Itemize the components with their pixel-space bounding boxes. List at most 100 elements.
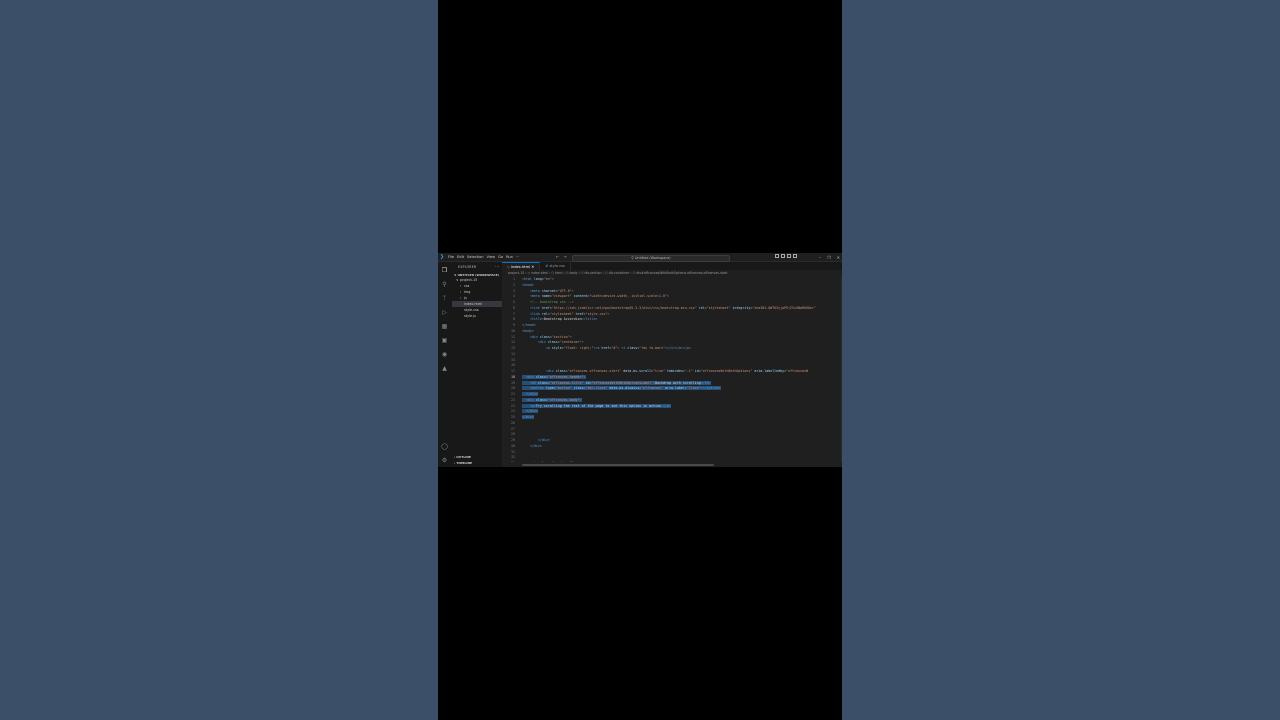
gear-icon[interactable]: ⚙ xyxy=(441,457,448,464)
code-token: <h5 xyxy=(529,380,538,385)
menu-go[interactable]: Go xyxy=(498,255,503,259)
search-icon[interactable]: ⚲ xyxy=(441,281,448,288)
code-token: "stylesheet" xyxy=(706,305,733,310)
toggle-primary-sidebar-icon[interactable] xyxy=(775,254,779,258)
code-token: </p> xyxy=(662,403,671,408)
code-token: <div xyxy=(525,397,536,402)
minimize-icon[interactable]: – xyxy=(819,255,821,260)
code-token: class= xyxy=(535,397,548,402)
menu-file[interactable]: File xyxy=(448,255,454,259)
code-token: Try scrolling the rest of the page to se… xyxy=(535,403,663,408)
tab-label: style.css xyxy=(549,264,565,268)
code-token: > xyxy=(607,311,610,316)
docker-icon[interactable]: ▲ xyxy=(441,365,448,372)
forward-arrow-icon[interactable]: → xyxy=(563,254,566,259)
account-icon[interactable]: ◯ xyxy=(441,443,448,450)
code-token: "width=device-width, initial-scale=1.0" xyxy=(589,294,667,299)
code-token: > xyxy=(571,288,574,293)
code-token: > xyxy=(666,294,669,299)
back-arrow-icon[interactable]: ← xyxy=(556,254,559,259)
menu-run[interactable]: Run xyxy=(506,255,513,259)
code-token: "en" xyxy=(543,277,552,281)
more-actions-icon[interactable]: ··· xyxy=(495,264,499,269)
workspace-header[interactable]: ∨ UNTITLED (WORKSPACE) xyxy=(452,269,502,277)
horizontal-scrollbar[interactable] xyxy=(522,464,714,466)
code-token: > xyxy=(583,374,586,379)
tab-style-css[interactable]: # style.css xyxy=(540,262,571,270)
activity-bar: ❐ ⚲ ᛉ ▷ ▦ ▣ ◉ ▲ ◯ ⚙ xyxy=(438,262,452,467)
code-token: <html xyxy=(522,277,534,281)
github-icon[interactable]: ◉ xyxy=(441,351,448,358)
code-token: <link xyxy=(529,311,542,316)
source-control-icon[interactable]: ᛉ xyxy=(441,295,448,302)
tab-label: index.html xyxy=(510,265,531,269)
toggle-panel-icon[interactable] xyxy=(781,254,785,258)
code-token: "offcanvas-header" xyxy=(547,374,584,379)
menu-more[interactable]: ··· xyxy=(516,255,519,259)
timeline-label: TIMELINE xyxy=(456,461,473,465)
code-token: ></i></a></p> xyxy=(665,346,691,350)
code-token: </h5> xyxy=(700,380,711,385)
code-token: "btn-close" xyxy=(585,386,610,391)
run-debug-icon[interactable]: ▷ xyxy=(441,309,448,316)
tree-item[interactable]: style.js xyxy=(452,313,502,319)
code-token: <button xyxy=(529,386,546,391)
timeline-section[interactable]: › TIMELINE xyxy=(454,461,472,465)
code-token: "section-2" xyxy=(552,461,574,462)
code-token: "offcanvasW xyxy=(786,369,808,373)
code-token: aria-label= xyxy=(665,386,687,391)
tree-item-label: style.js xyxy=(464,314,476,318)
menu-edit[interactable]: Edit xyxy=(457,255,464,259)
code-token: "Close" xyxy=(686,386,701,391)
code-token: <title> xyxy=(529,317,544,322)
code-token: "https://cdn.jsdelivr.net/npm/bootstrap@… xyxy=(551,305,699,310)
explorer-icon[interactable]: ❐ xyxy=(441,267,448,274)
restore-icon[interactable]: ❐ xyxy=(827,255,831,260)
code-token: tabindex= xyxy=(666,369,685,373)
menu-view[interactable]: View xyxy=(487,255,496,259)
code-token: class= xyxy=(627,346,640,350)
breadcrumb[interactable]: project-15 › ◇ index.html › ⬡ html › ⬡ b… xyxy=(502,270,842,276)
code-token: data-bs-dismiss= xyxy=(609,386,642,391)
outline-section[interactable]: › OUTLINE xyxy=(454,455,471,459)
code-token: type= xyxy=(545,386,556,391)
code-token: </title> xyxy=(581,317,598,322)
code-token: data-bs-scroll= xyxy=(623,369,654,373)
command-center-search[interactable]: ⚲ Untitled (Workspace) xyxy=(572,254,730,262)
extensions-icon[interactable]: ▦ xyxy=(441,323,448,330)
code-editor[interactable]: 1 <html lang="en"> 2 <head> 3 <meta charset=… xyxy=(502,277,842,462)
code-token: content= xyxy=(573,294,590,299)
tree-item-label: css xyxy=(464,284,470,288)
close-icon[interactable]: ✕ xyxy=(837,255,840,260)
window-controls: – ❐ ✕ xyxy=(819,253,842,261)
toggle-secondary-sidebar-icon[interactable] xyxy=(787,254,791,258)
customize-layout-icon[interactable] xyxy=(793,254,797,258)
code-token: class= xyxy=(555,369,568,373)
command-center-label: Untitled (Workspace) xyxy=(634,255,671,260)
code-token: "stylesheet" xyxy=(549,311,576,316)
code-token: "offcanvasWithBothOptionsLabel" xyxy=(591,380,654,385)
remote-explorer-icon[interactable]: ▣ xyxy=(441,337,448,344)
code-token: "container" xyxy=(559,340,582,345)
code-token: class= xyxy=(535,374,548,379)
code-token: "-1" xyxy=(684,369,695,373)
code-token: <div xyxy=(530,461,540,462)
menu-selection[interactable]: Selection xyxy=(467,255,484,259)
close-icon[interactable]: ✕ xyxy=(531,265,534,269)
code-token: rel= xyxy=(541,311,550,316)
code-token: <div xyxy=(545,369,556,373)
code-line[interactable]: 33 <div class="section-2"> xyxy=(502,461,842,462)
search-icon: ⚲ xyxy=(631,255,634,260)
file-tree: ∨ project-15 › css › img › js index.html style.cs… xyxy=(452,277,502,319)
tree-item-label: js xyxy=(464,296,467,300)
video-frame: ❯ File Edit Selection View Go Run ··· ← … xyxy=(438,0,842,720)
code-token: > xyxy=(574,461,576,462)
